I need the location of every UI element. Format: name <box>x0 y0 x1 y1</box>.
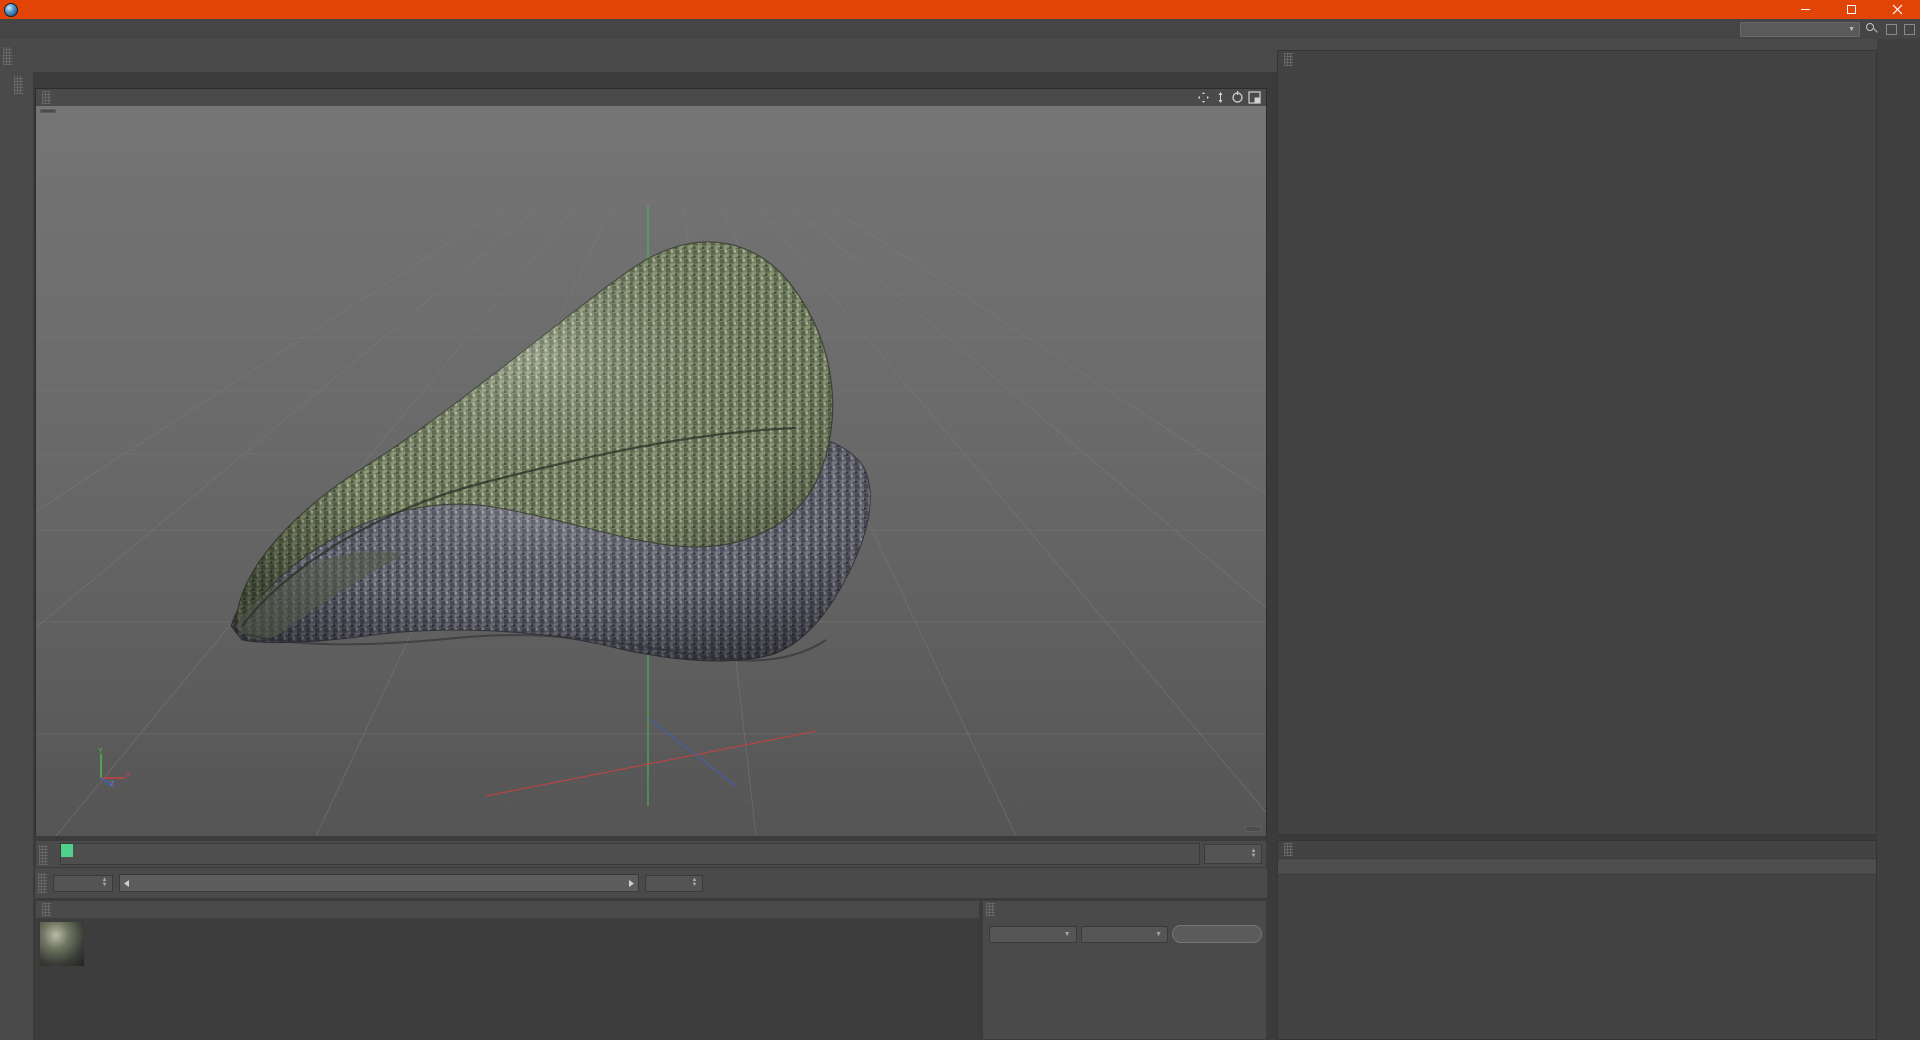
spinner-icon[interactable]: ▲ ▼ <box>101 877 108 890</box>
panel-restore-icon[interactable] <box>1886 23 1897 35</box>
pan-icon[interactable] <box>1197 91 1210 104</box>
toolbar-drag-handle[interactable] <box>3 46 12 65</box>
layout-selector-group: ▼ <box>1735 21 1920 37</box>
viewport-canvas[interactable]: Y X Z <box>36 106 1266 836</box>
current-frame-input[interactable]: ▲ ▼ <box>53 874 113 892</box>
title-bar <box>0 0 1920 19</box>
left-toolbar <box>0 72 33 956</box>
spinner-icon[interactable]: ▲ ▼ <box>691 877 698 890</box>
panel-maximize-icon[interactable] <box>1904 23 1915 35</box>
timeline-ruler-panel: ▲ ▼ <box>35 840 1267 868</box>
coord-drag-handle[interactable] <box>986 903 995 916</box>
left-toolbar-drag-handle[interactable] <box>13 76 23 94</box>
right-dock <box>1877 39 1920 1040</box>
object-manager-panel <box>1277 50 1877 835</box>
axis-y-label: Y <box>98 748 103 755</box>
coordinate-manager-header <box>983 901 1266 918</box>
window-controls <box>1782 0 1920 19</box>
app-logo-icon <box>4 2 18 17</box>
layout-dropdown[interactable]: ▼ <box>1740 21 1860 37</box>
zoom-icon[interactable] <box>1214 91 1227 104</box>
range-left-arrow-icon[interactable] <box>122 879 131 888</box>
material-item[interactable] <box>40 922 84 967</box>
axis-x-label: X <box>126 772 131 779</box>
frame-range-slider[interactable] <box>119 874 639 892</box>
material-manager-menu <box>36 901 979 918</box>
axis-z-label: Z <box>110 781 115 786</box>
chevron-down-icon: ▼ <box>1848 25 1855 33</box>
maxon-brand-strip <box>0 956 33 1040</box>
viewport-drag-handle[interactable] <box>42 91 51 104</box>
chevron-down-icon: ▼ <box>1155 930 1162 938</box>
apply-button[interactable] <box>1172 925 1262 943</box>
range-right-arrow-icon[interactable] <box>627 879 636 888</box>
timeline-frame-field[interactable]: ▲ ▼ <box>1204 844 1262 864</box>
layer-manager-drag-handle[interactable] <box>1284 843 1293 856</box>
layer-columns-header <box>1278 858 1876 875</box>
search-icon[interactable] <box>1865 22 1879 36</box>
material-list[interactable] <box>36 918 979 1039</box>
max-frame-input[interactable]: ▲ ▼ <box>645 874 703 892</box>
spinner-icon[interactable]: ▲ ▼ <box>1250 848 1257 861</box>
viewport-camera-label <box>40 109 56 113</box>
viewport-3d-scene <box>36 106 1266 836</box>
viewport-panel: Y X Z <box>35 88 1267 836</box>
main-menu-bar: ▼ <box>0 19 1920 39</box>
powerslider-drag-handle[interactable] <box>38 873 47 893</box>
chevron-down-icon: ▼ <box>1063 930 1071 938</box>
viewport-nav-icons <box>1197 91 1266 104</box>
object-tree[interactable] <box>1278 68 1876 834</box>
object-manager-drag-handle[interactable] <box>1284 53 1293 66</box>
size-mode-dropdown[interactable]: ▼ <box>1080 925 1168 943</box>
layout-icon[interactable] <box>1248 91 1261 104</box>
current-frame-marker[interactable] <box>61 844 73 857</box>
timeline-drag-handle[interactable] <box>39 845 48 865</box>
material-manager-panel <box>35 900 980 1040</box>
power-slider-panel: ▲ ▼ ▲ ▼ <box>35 868 1267 898</box>
close-button[interactable] <box>1874 0 1920 19</box>
material-preview-icon <box>40 922 84 966</box>
axis-gizmo: Y X Z <box>98 748 131 786</box>
object-manager-menu <box>1278 51 1876 68</box>
coordinate-manager-panel: ▼ ▼ <box>982 900 1267 1040</box>
coordinate-system-dropdown[interactable]: ▼ <box>989 925 1077 943</box>
layer-manager-menu <box>1278 841 1876 858</box>
viewport-menu-bar <box>36 89 1266 106</box>
material-manager-drag-handle[interactable] <box>42 903 51 916</box>
grid-spacing-label <box>1245 826 1261 832</box>
minimize-button[interactable] <box>1782 0 1828 19</box>
rotate-icon[interactable] <box>1231 91 1244 104</box>
timeline-ruler[interactable] <box>60 843 1200 865</box>
coordinate-manager-footer: ▼ ▼ <box>983 921 1266 943</box>
layer-manager-panel <box>1277 840 1877 1040</box>
maximize-button[interactable] <box>1828 0 1874 19</box>
